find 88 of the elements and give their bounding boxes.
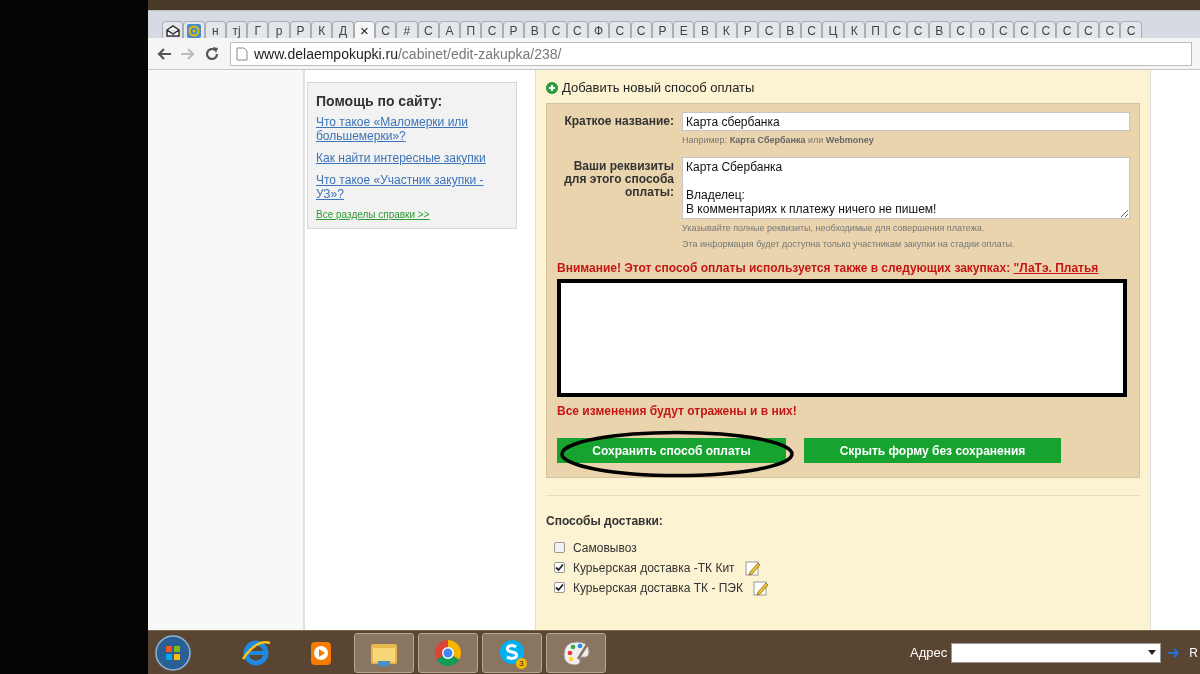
browser-tab[interactable]: Р (651, 21, 674, 38)
address-field[interactable] (951, 642, 1162, 663)
browser-tab[interactable]: С (758, 21, 780, 38)
browser-tab[interactable]: Р (737, 21, 759, 38)
plus-circle-icon (546, 81, 558, 94)
page-icon (236, 46, 248, 61)
browser-tab[interactable]: Р (502, 21, 525, 38)
browser-tab[interactable]: К (843, 21, 865, 38)
at-sign-icon (186, 23, 201, 38)
back-arrow-icon (156, 46, 172, 61)
browser-tab[interactable]: Г (247, 21, 269, 38)
browser-tab[interactable]: В (928, 21, 950, 38)
browser-tab[interactable]: С (886, 21, 908, 38)
browser-tab[interactable]: Е (673, 21, 695, 38)
browser-tab[interactable]: К (715, 21, 737, 38)
taskbar-button[interactable]: 3 (482, 632, 542, 673)
help-title: Помощь по сайту: (316, 93, 444, 109)
browser-tab[interactable]: А (438, 21, 461, 38)
browser-tab[interactable]: С (992, 21, 1014, 38)
browser-tab[interactable]: В (524, 21, 546, 38)
field-label: Краткое название: (563, 113, 674, 130)
purchase-link[interactable]: "ЛаТэ. Платья (1013, 261, 1099, 275)
browser-tab[interactable]: С (1120, 21, 1142, 38)
browser-tab[interactable]: С (1035, 21, 1057, 38)
hint-text: Эта информация будет доступна только участникам закупки на стадии оплаты. (682, 238, 1016, 251)
browser-tab[interactable]: С (950, 21, 972, 38)
browser-tab[interactable]: С (481, 21, 503, 38)
pencil-icon[interactable] (753, 579, 769, 596)
taskbar-button[interactable] (354, 632, 414, 673)
browser-tab[interactable]: н (204, 21, 226, 38)
browser-tab[interactable]: П (864, 21, 887, 38)
browser-tab[interactable]: С (1099, 21, 1121, 38)
section-title: Способы доставки: (546, 514, 664, 528)
notification-badge: 3 (516, 657, 527, 669)
caret-icon (1148, 650, 1157, 655)
hint-text: Например: Карта Сбербанка или Webmoney (682, 134, 875, 147)
help-link[interactable]: Что такое «Маломерки или большемерки»? (316, 115, 508, 143)
browser-tab[interactable]: р (268, 21, 290, 38)
browser-tab[interactable]: П (460, 21, 482, 38)
browser-tab[interactable]: # (396, 21, 418, 38)
browser-tab[interactable]: С (374, 21, 397, 38)
help-link[interactable]: Что такое «Участник закупки - УЗ»? (316, 173, 508, 201)
url-text: www.delaempokupki.ru/cabinet/edit-zakupka/238/ (254, 45, 562, 62)
browser-tab[interactable]: С (1013, 21, 1036, 38)
taskbar-button[interactable] (418, 632, 478, 673)
browser-tab[interactable]: С (1056, 21, 1078, 38)
warning-text: Внимание! Этот способ оплаты используется также в следующих закупках: "ЛаТэ. Платья (557, 261, 1100, 275)
add-payment-link[interactable]: Добавить новый способ оплаты (546, 80, 1140, 95)
address-label: Адрес (910, 645, 948, 660)
taskbar-button[interactable] (546, 632, 606, 673)
address-bar[interactable]: www.delaempokupki.ru/cabinet/edit-zakupka/238/ (230, 41, 1192, 66)
checkbox[interactable] (554, 562, 565, 573)
hint-text: Указывайте полные реквизиты, необходимые для совершения платежа. (682, 222, 986, 235)
browser-tab[interactable]: Р (289, 21, 312, 38)
browser-tab[interactable]: Ф (587, 21, 610, 38)
browser-tab[interactable] (162, 21, 184, 38)
checkbox-label: Курьерская доставка ТК - ПЭК (573, 580, 743, 595)
go-arrow-icon (1167, 646, 1182, 659)
browser-tab[interactable]: тј (225, 21, 248, 38)
browser-tab[interactable]: о (971, 21, 993, 38)
start-orb-icon[interactable] (154, 633, 192, 672)
browser-tab[interactable]: К (311, 21, 333, 38)
browser-tab[interactable]: Ц (822, 21, 844, 38)
details-text-area[interactable]: Карта Сбербанка Владелец: В комментариях к платежу ничего не пишем! (682, 157, 1130, 219)
browser-tab[interactable]: С (566, 21, 588, 38)
help-link[interactable]: Как найти интересные закупки (316, 151, 508, 165)
browser-tab[interactable]: В (694, 21, 716, 38)
field-label: Ваши реквизиты для этого способа оплаты: (563, 158, 674, 201)
name-input-field[interactable]: Карта сбербанка (682, 112, 1130, 131)
checkbox[interactable] (554, 582, 565, 593)
browser-tab[interactable]: С (609, 21, 631, 38)
toolbar-label: R (1189, 645, 1199, 660)
browser-tab[interactable]: С (1077, 21, 1100, 38)
browser-tab[interactable]: С (907, 21, 929, 38)
browser-tab[interactable]: Д (332, 21, 354, 38)
reload-icon (204, 45, 220, 62)
pencil-icon[interactable] (744, 559, 761, 576)
browser-tab[interactable]: × (353, 21, 375, 38)
browser-tab[interactable]: С (417, 21, 439, 38)
browser-tab[interactable]: С (630, 21, 652, 38)
forward-arrow-icon (180, 46, 196, 61)
browser-tab[interactable]: С (545, 21, 567, 38)
checkbox[interactable] (554, 542, 565, 553)
browser-tab[interactable]: В (779, 21, 801, 38)
checkbox-label: Самовывоз (573, 540, 637, 555)
checkbox-label: Курьерская доставка -ТК Кит (573, 560, 735, 575)
browser-tab[interactable]: С (800, 21, 823, 38)
warning-text: Все изменения будут отражены и в них! (557, 404, 798, 418)
